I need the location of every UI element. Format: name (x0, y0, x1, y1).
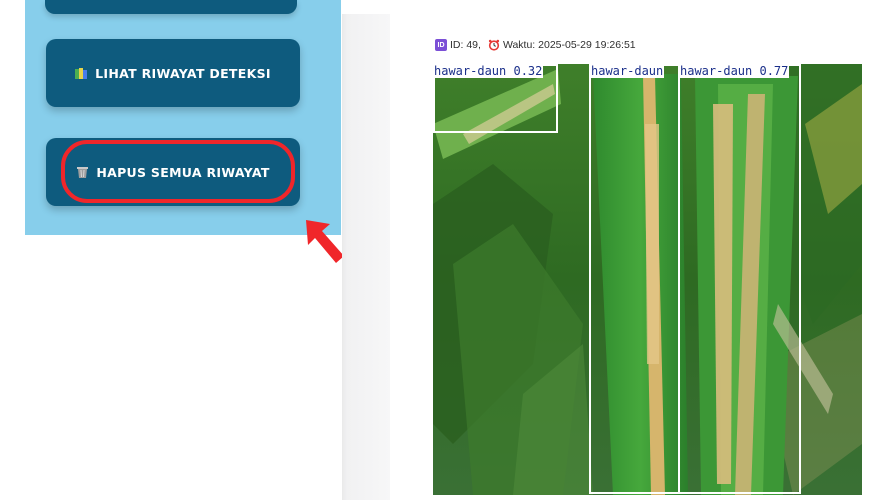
detection-result-image: hawar-daun 0.32 hawar-daun hawar-daun 0.… (433, 64, 862, 495)
highlight-ring (61, 140, 295, 203)
detection-label-3: hawar-daun 0.77 (679, 64, 790, 78)
detection-label-2: hawar-daun (590, 64, 665, 78)
leaf-photo (433, 64, 862, 495)
record-meta: ID ID: 49, Waktu: 2025-05-29 19:26:51 (435, 39, 636, 51)
record-time: Waktu: 2025-05-29 19:26:51 (502, 39, 636, 51)
view-history-button[interactable]: LIHAT RIWAYAT DETEKSI (46, 39, 300, 107)
books-icon (75, 67, 88, 80)
id-icon: ID (435, 39, 447, 51)
record-id: ID: 49, (450, 39, 481, 51)
alarm-clock-icon (488, 39, 500, 51)
app-screen: LIHAT RIWAYAT DETEKSI HAPUS SEMUA RIWAYA… (0, 0, 872, 500)
view-history-label: LIHAT RIWAYAT DETEKSI (95, 65, 271, 81)
panel-divider (342, 14, 390, 500)
previous-button-edge[interactable] (45, 0, 297, 14)
detection-label-1: hawar-daun 0.32 (433, 64, 544, 78)
